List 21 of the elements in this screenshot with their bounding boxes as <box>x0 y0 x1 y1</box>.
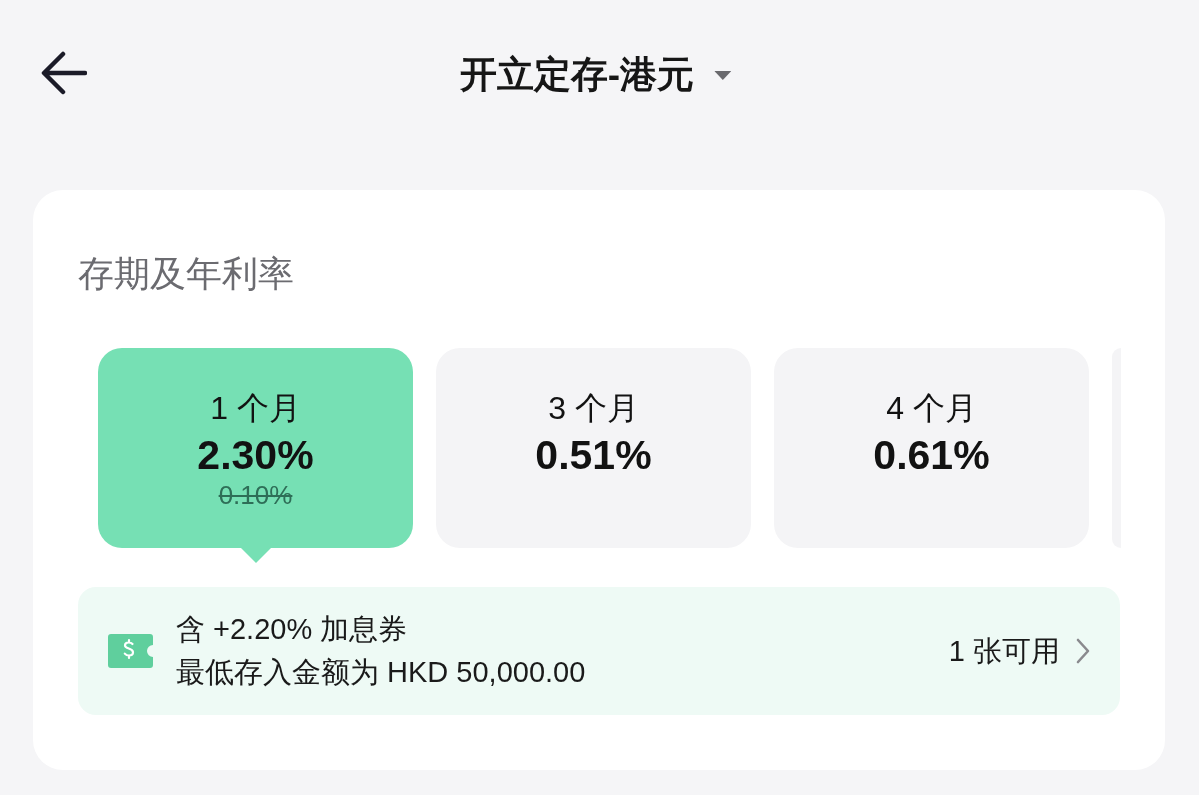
coupon-count: 1 张可用 <box>948 634 1060 669</box>
back-arrow-icon <box>41 51 87 95</box>
dollar-ticket-icon <box>108 634 153 668</box>
term-label: 1 个月 <box>210 389 301 428</box>
term-rate: 0.51% <box>535 431 652 480</box>
term-label: 3 个月 <box>548 389 639 428</box>
minimum-deposit-text: 最低存入金额为 HKD 50,000.00 <box>176 655 587 690</box>
selection-pointer-icon <box>240 548 271 563</box>
term-option[interactable]: 1 个月 2.30% 0.10% <box>98 348 413 548</box>
coupon-banner[interactable]: 含 +2.20% 加息券 最低存入金额为 HKD 50,000.00 1 张可用 <box>78 587 1120 715</box>
term-option[interactable]: 4 个月 0.61% <box>774 348 1089 548</box>
section-title: 存期及年利率 <box>78 252 295 296</box>
original-rate: 0.10% <box>218 480 293 510</box>
term-rate: 0.61% <box>873 431 990 480</box>
coupon-title: 含 +2.20% 加息券 <box>176 612 409 647</box>
term-label: 4 个月 <box>886 389 977 428</box>
term-rate: 2.30% <box>197 431 314 480</box>
page-title-dropdown[interactable]: 开立定存-港元 <box>459 48 732 102</box>
caret-icon <box>714 70 732 80</box>
chevron-right-icon <box>1076 638 1090 664</box>
term-option[interactable]: 3 个月 0.51% <box>436 348 751 548</box>
